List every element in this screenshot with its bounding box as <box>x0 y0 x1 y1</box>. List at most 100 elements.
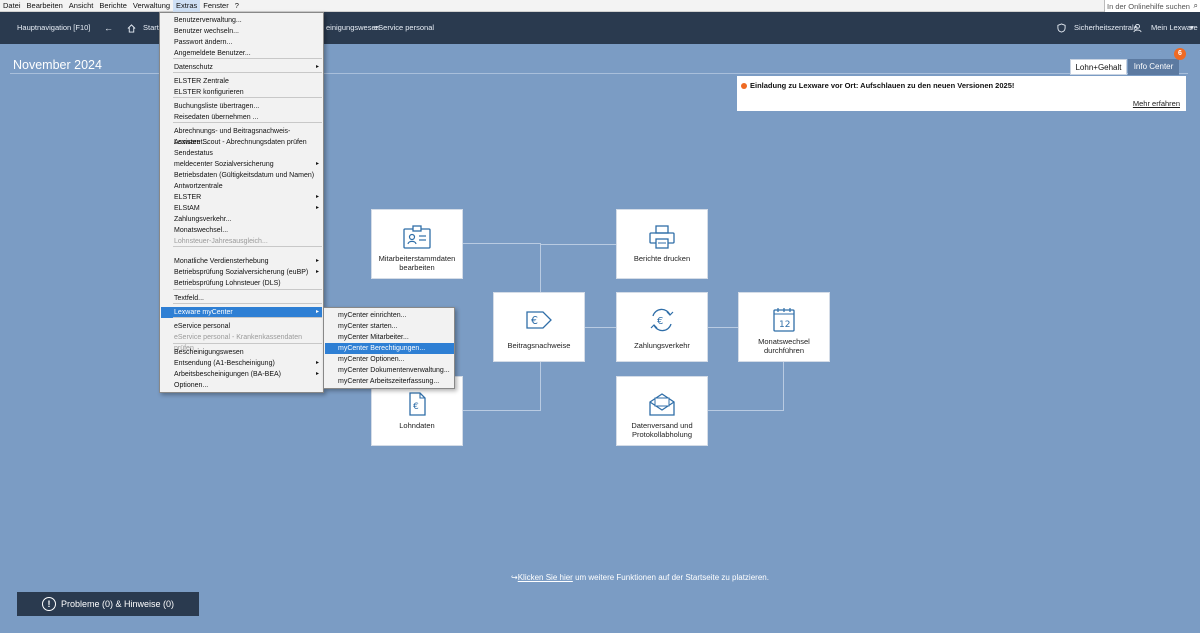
connector-line <box>707 410 784 411</box>
extras-menu-item[interactable]: meldecenter Sozialversicherung ▸ <box>161 159 322 170</box>
menu-help[interactable]: ? <box>232 0 242 12</box>
menu-item-label: meldecenter Sozialversicherung <box>174 161 274 168</box>
tab-lohn-gehalt[interactable]: Lohn+Gehalt <box>1070 59 1127 75</box>
menu-datei[interactable]: Datei <box>0 0 24 12</box>
menu-item-label: Optionen... <box>174 382 209 389</box>
tile-monatswechsel[interactable]: 12 Monatswechsel durchführen <box>738 292 830 362</box>
connector-line <box>463 410 541 411</box>
shield-icon <box>1057 12 1066 44</box>
chevron-down-icon[interactable]: ▾ <box>1190 12 1194 44</box>
mycenter-menu-item[interactable]: myCenter Optionen... <box>325 354 454 365</box>
more-link[interactable]: Mehr erfahren <box>1133 99 1180 108</box>
extras-menu-item[interactable]: ELStAM ▸ <box>161 203 322 214</box>
extras-menu-item[interactable]: Arbeitsbescheinigungen (BA-BEA) ▸ <box>161 369 322 380</box>
extras-menu-item[interactable]: Betriebsprüfung Lohnsteuer (DLS) <box>161 278 322 289</box>
mycenter-menu-item[interactable]: myCenter Mitarbeiter... <box>325 332 454 343</box>
extras-menu-item[interactable]: ELSTER ▸ <box>161 192 322 203</box>
tile-mitarbeiterstammdaten[interactable]: Mitarbeiterstammdaten bearbeiten <box>371 209 463 279</box>
menu-item-label: Passwort ändern... <box>174 39 233 46</box>
envelope-icon <box>617 391 707 417</box>
printer-icon <box>617 224 707 250</box>
menu-item-label: Benutzer wechseln... <box>174 28 239 35</box>
extras-menu-item[interactable]: ELSTER Zentrale <box>161 76 322 87</box>
menu-separator <box>173 303 322 304</box>
tile-label: Berichte drucken <box>633 254 691 263</box>
menu-separator <box>173 317 322 318</box>
calendar-icon: 12 <box>739 307 829 333</box>
menu-separator <box>173 97 322 98</box>
tile-label: Lohndaten <box>399 421 435 430</box>
svg-text:€: € <box>413 402 419 412</box>
search-icon[interactable]: ⌕ <box>1194 1 1198 11</box>
mycenter-menu-item[interactable]: myCenter Berechtigungen... <box>325 343 454 354</box>
hint-text: ↪Klicken Sie hier um weitere Funktionen … <box>511 573 769 582</box>
menu-item-label: Betriebsdaten (Gültigkeitsdatum und Name… <box>174 172 315 179</box>
menu-ansicht[interactable]: Ansicht <box>66 0 97 12</box>
menu-item-label: eService personal <box>174 323 231 330</box>
click-here-link[interactable]: Klicken Sie hier <box>518 573 573 582</box>
exclamation-icon: ! <box>41 597 56 611</box>
security-center-link[interactable]: Sicherheitszentrale <box>1074 12 1138 44</box>
menu-separator <box>173 246 322 247</box>
menu-item-label: Lexware Scout - Abrechnungsdaten prüfen <box>174 139 307 146</box>
home-icon[interactable] <box>127 12 136 44</box>
mycenter-menu-item[interactable]: myCenter Arbeitszeiterfassung... <box>325 376 454 387</box>
mycenter-menu-item[interactable]: myCenter starten... <box>325 321 454 332</box>
submenu-arrow-icon: ▸ <box>315 371 319 377</box>
connector-line <box>540 243 541 292</box>
extras-menu-item[interactable]: Abrechnungs- und Beitragsnachweis-Assist… <box>161 126 322 146</box>
tile-zahlungsverkehr[interactable]: € Zahlungsverkehr <box>616 292 708 362</box>
eservice-personal-link[interactable]: eService personal <box>374 12 434 44</box>
menu-berichte[interactable]: Berichte <box>96 0 130 12</box>
tile-datenversand[interactable]: Datenversand und Protokollabholung <box>616 376 708 446</box>
extras-menu-item[interactable]: Antwortzentrale <box>161 181 322 192</box>
menu-item-label: Monatliche Verdiensterhebung <box>174 258 269 265</box>
tile-beitragsnachweise[interactable]: € Beitragsnachweise <box>493 292 585 362</box>
menu-item-label: Buchungsliste übertragen... <box>174 103 260 110</box>
tab-info-center[interactable]: Info Center <box>1128 59 1179 75</box>
extras-menu-item[interactable]: Benutzerverwaltung... <box>161 15 322 26</box>
euro-cycle-icon: € <box>617 307 707 333</box>
menu-item-label: ELSTER Zentrale <box>174 78 229 85</box>
mycenter-menu-item[interactable]: myCenter Dokumentenverwaltung... <box>325 365 454 376</box>
menu-bar: Datei Bearbeiten Ansicht Berichte Verwal… <box>0 0 1200 12</box>
menu-verwaltung[interactable]: Verwaltung <box>130 0 173 12</box>
submenu-arrow-icon: ▸ <box>315 161 319 167</box>
mycenter-menu-item[interactable]: myCenter einrichten... <box>325 310 454 321</box>
extras-menu-item[interactable]: Lexware Scout - Abrechnungsdaten prüfen <box>161 137 322 148</box>
tile-label: Zahlungsverkehr <box>634 341 690 350</box>
back-arrow-icon[interactable]: ← <box>104 12 113 44</box>
arrow-icon: ↪ <box>511 573 518 582</box>
extras-menu-item[interactable]: Entsendung (A1-Bescheinigung) ▸ <box>161 358 322 369</box>
tile-berichte-drucken[interactable]: Berichte drucken <box>616 209 708 279</box>
home-link[interactable]: Start <box>143 12 159 44</box>
extras-menu-item[interactable]: Betriebsdaten (Gültigkeitsdatum und Name… <box>161 170 322 181</box>
extras-menu-item[interactable]: Monatswechsel... <box>161 225 322 236</box>
menu-item-label: ELStAM <box>174 205 200 212</box>
extras-menu-item[interactable]: Monatliche Verdiensterhebung ▸ <box>161 256 322 267</box>
menu-item-label: ELSTER konfigurieren <box>174 89 244 96</box>
info-title[interactable]: Einladung zu Lexware vor Ort: Aufschlaue… <box>750 81 1014 90</box>
menu-item-label: Lexware myCenter <box>174 309 233 316</box>
extras-menu-item[interactable]: Buchungsliste übertragen... <box>161 101 322 112</box>
submenu-arrow-icon: ▸ <box>315 205 319 211</box>
extras-menu-item[interactable]: Bescheinigungswesen <box>161 347 322 358</box>
extras-menu-item[interactable]: Betriebsprüfung Sozialversicherung (euBP… <box>161 267 322 278</box>
problems-button[interactable]: ! Probleme (0) & Hinweise (0) <box>17 592 199 616</box>
menu-bearbeiten[interactable]: Bearbeiten <box>24 0 66 12</box>
extras-menu-item[interactable]: eService personal <box>161 321 322 332</box>
extras-menu-item[interactable]: Sendestatus <box>161 148 322 159</box>
extras-menu-item[interactable]: Optionen... <box>161 380 322 391</box>
help-search-input[interactable]: In der Onlinehilfe suchen ⌕ <box>1104 0 1200 12</box>
menu-fenster[interactable]: Fenster <box>200 0 231 12</box>
extras-menu-item[interactable]: Passwort ändern... <box>161 37 322 48</box>
extras-menu-item[interactable]: Benutzer wechseln... <box>161 26 322 37</box>
menu-item-label: Monatswechsel... <box>174 227 229 234</box>
mycenter-submenu: myCenter einrichten... myCenter starten..… <box>323 307 455 389</box>
connector-line <box>585 327 616 328</box>
main-navigation-button[interactable]: Hauptnavigation [F10] <box>17 12 90 44</box>
menu-extras[interactable]: Extras <box>173 0 201 12</box>
bescheinigungswesen-link[interactable]: einigungswesen <box>326 12 380 44</box>
connector-line <box>707 327 739 328</box>
extras-menu-item[interactable]: Zahlungsverkehr... <box>161 214 322 225</box>
